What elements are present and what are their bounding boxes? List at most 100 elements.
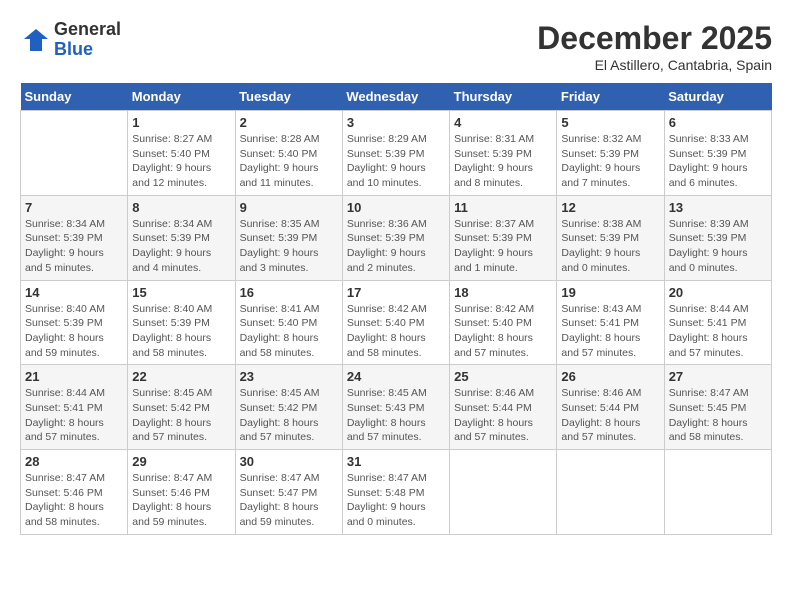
calendar-cell: 25 Sunrise: 8:46 AMSunset: 5:44 PMDayligh…	[450, 365, 557, 450]
calendar-cell: 27 Sunrise: 8:47 AMSunset: 5:45 PMDayligh…	[664, 365, 771, 450]
day-number: 10	[347, 200, 445, 215]
calendar-cell: 8 Sunrise: 8:34 AMSunset: 5:39 PMDaylight…	[128, 195, 235, 280]
day-info: Sunrise: 8:40 AMSunset: 5:39 PMDaylight:…	[132, 302, 230, 361]
calendar-cell: 17Sunrise: 8:42 AMSunset: 5:40 PMDayligh…	[342, 280, 449, 365]
day-info: Sunrise: 8:34 AMSunset: 5:39 PMDaylight:…	[132, 217, 230, 276]
day-info: Sunrise: 8:28 AMSunset: 5:40 PMDaylight:…	[240, 132, 338, 191]
title-area: December 2025 El Astillero, Cantabria, S…	[537, 20, 772, 73]
day-info: Sunrise: 8:47 AMSunset: 5:48 PMDaylight:…	[347, 471, 445, 530]
day-number: 8	[132, 200, 230, 215]
day-number: 21	[25, 369, 123, 384]
calendar-cell: 19Sunrise: 8:43 AMSunset: 5:41 PMDayligh…	[557, 280, 664, 365]
weekday-header-saturday: Saturday	[664, 83, 771, 111]
day-info: Sunrise: 8:27 AMSunset: 5:40 PMDaylight:…	[132, 132, 230, 191]
day-info: Sunrise: 8:46 AMSunset: 5:44 PMDaylight:…	[454, 386, 552, 445]
calendar-cell: 30Sunrise: 8:47 AMSunset: 5:47 PMDayligh…	[235, 450, 342, 535]
day-number: 17	[347, 285, 445, 300]
day-number: 5	[561, 115, 659, 130]
day-info: Sunrise: 8:45 AMSunset: 5:42 PMDaylight:…	[132, 386, 230, 445]
day-number: 22	[132, 369, 230, 384]
calendar-cell: 18Sunrise: 8:42 AMSunset: 5:40 PMDayligh…	[450, 280, 557, 365]
day-number: 30	[240, 454, 338, 469]
day-number: 15	[132, 285, 230, 300]
calendar-cell: 31 Sunrise: 8:47 AMSunset: 5:48 PMDayligh…	[342, 450, 449, 535]
day-number: 9	[240, 200, 338, 215]
day-number: 4	[454, 115, 552, 130]
calendar-cell: 14Sunrise: 8:40 AMSunset: 5:39 PMDayligh…	[21, 280, 128, 365]
calendar-cell	[21, 111, 128, 196]
calendar-cell: 29 Sunrise: 8:47 AMSunset: 5:46 PMDayligh…	[128, 450, 235, 535]
calendar-cell: 5Sunrise: 8:32 AMSunset: 5:39 PMDaylight…	[557, 111, 664, 196]
day-info: Sunrise: 8:41 AMSunset: 5:40 PMDaylight:…	[240, 302, 338, 361]
day-info: Sunrise: 8:45 AMSunset: 5:42 PMDaylight:…	[240, 386, 338, 445]
week-row-1: 1 Sunrise: 8:27 AMSunset: 5:40 PMDaylight…	[21, 111, 772, 196]
day-number: 13	[669, 200, 767, 215]
day-number: 27	[669, 369, 767, 384]
calendar-cell: 15 Sunrise: 8:40 AMSunset: 5:39 PMDayligh…	[128, 280, 235, 365]
weekday-header-row: SundayMondayTuesdayWednesdayThursdayFrid…	[21, 83, 772, 111]
header: General Blue December 2025 El Astillero,…	[20, 20, 772, 73]
day-number: 23	[240, 369, 338, 384]
calendar-cell: 11Sunrise: 8:37 AMSunset: 5:39 PMDayligh…	[450, 195, 557, 280]
day-number: 18	[454, 285, 552, 300]
day-info: Sunrise: 8:34 AMSunset: 5:39 PMDaylight:…	[25, 217, 123, 276]
week-row-4: 21Sunrise: 8:44 AMSunset: 5:41 PMDayligh…	[21, 365, 772, 450]
day-info: Sunrise: 8:39 AMSunset: 5:39 PMDaylight:…	[669, 217, 767, 276]
logo-blue-text: Blue	[54, 40, 121, 60]
calendar-table: SundayMondayTuesdayWednesdayThursdayFrid…	[20, 83, 772, 535]
weekday-header-friday: Friday	[557, 83, 664, 111]
calendar-cell: 1 Sunrise: 8:27 AMSunset: 5:40 PMDaylight…	[128, 111, 235, 196]
day-info: Sunrise: 8:29 AMSunset: 5:39 PMDaylight:…	[347, 132, 445, 191]
calendar-cell	[557, 450, 664, 535]
day-info: Sunrise: 8:44 AMSunset: 5:41 PMDaylight:…	[669, 302, 767, 361]
calendar-cell: 2Sunrise: 8:28 AMSunset: 5:40 PMDaylight…	[235, 111, 342, 196]
day-info: Sunrise: 8:38 AMSunset: 5:39 PMDaylight:…	[561, 217, 659, 276]
day-number: 6	[669, 115, 767, 130]
logo-icon	[20, 25, 50, 55]
logo: General Blue	[20, 20, 121, 60]
day-number: 20	[669, 285, 767, 300]
day-info: Sunrise: 8:31 AMSunset: 5:39 PMDaylight:…	[454, 132, 552, 191]
day-info: Sunrise: 8:45 AMSunset: 5:43 PMDaylight:…	[347, 386, 445, 445]
month-title: December 2025	[537, 20, 772, 57]
day-number: 26	[561, 369, 659, 384]
day-number: 29	[132, 454, 230, 469]
weekday-header-thursday: Thursday	[450, 83, 557, 111]
logo-general-text: General	[54, 20, 121, 40]
day-info: Sunrise: 8:40 AMSunset: 5:39 PMDaylight:…	[25, 302, 123, 361]
day-info: Sunrise: 8:37 AMSunset: 5:39 PMDaylight:…	[454, 217, 552, 276]
calendar-cell: 28 Sunrise: 8:47 AMSunset: 5:46 PMDayligh…	[21, 450, 128, 535]
day-number: 12	[561, 200, 659, 215]
day-number: 25	[454, 369, 552, 384]
day-info: Sunrise: 8:36 AMSunset: 5:39 PMDaylight:…	[347, 217, 445, 276]
day-info: Sunrise: 8:47 AMSunset: 5:46 PMDaylight:…	[25, 471, 123, 530]
calendar-cell: 4 Sunrise: 8:31 AMSunset: 5:39 PMDaylight…	[450, 111, 557, 196]
day-number: 28	[25, 454, 123, 469]
day-info: Sunrise: 8:47 AMSunset: 5:46 PMDaylight:…	[132, 471, 230, 530]
calendar-cell: 16 Sunrise: 8:41 AMSunset: 5:40 PMDayligh…	[235, 280, 342, 365]
calendar-cell: 23 Sunrise: 8:45 AMSunset: 5:42 PMDayligh…	[235, 365, 342, 450]
day-info: Sunrise: 8:47 AMSunset: 5:45 PMDaylight:…	[669, 386, 767, 445]
calendar-cell: 6Sunrise: 8:33 AMSunset: 5:39 PMDaylight…	[664, 111, 771, 196]
calendar-cell: 26 Sunrise: 8:46 AMSunset: 5:44 PMDayligh…	[557, 365, 664, 450]
week-row-3: 14Sunrise: 8:40 AMSunset: 5:39 PMDayligh…	[21, 280, 772, 365]
weekday-header-tuesday: Tuesday	[235, 83, 342, 111]
calendar-cell: 20 Sunrise: 8:44 AMSunset: 5:41 PMDayligh…	[664, 280, 771, 365]
day-number: 16	[240, 285, 338, 300]
day-info: Sunrise: 8:46 AMSunset: 5:44 PMDaylight:…	[561, 386, 659, 445]
calendar-cell: 10 Sunrise: 8:36 AMSunset: 5:39 PMDayligh…	[342, 195, 449, 280]
day-number: 7	[25, 200, 123, 215]
day-number: 1	[132, 115, 230, 130]
calendar-cell: 9Sunrise: 8:35 AMSunset: 5:39 PMDaylight…	[235, 195, 342, 280]
day-info: Sunrise: 8:43 AMSunset: 5:41 PMDaylight:…	[561, 302, 659, 361]
calendar-cell	[450, 450, 557, 535]
day-number: 31	[347, 454, 445, 469]
calendar-cell: 12 Sunrise: 8:38 AMSunset: 5:39 PMDayligh…	[557, 195, 664, 280]
calendar-cell	[664, 450, 771, 535]
calendar-cell: 13 Sunrise: 8:39 AMSunset: 5:39 PMDayligh…	[664, 195, 771, 280]
calendar-cell: 24Sunrise: 8:45 AMSunset: 5:43 PMDayligh…	[342, 365, 449, 450]
week-row-2: 7 Sunrise: 8:34 AMSunset: 5:39 PMDaylight…	[21, 195, 772, 280]
calendar-cell: 22 Sunrise: 8:45 AMSunset: 5:42 PMDayligh…	[128, 365, 235, 450]
weekday-header-wednesday: Wednesday	[342, 83, 449, 111]
week-row-5: 28 Sunrise: 8:47 AMSunset: 5:46 PMDayligh…	[21, 450, 772, 535]
